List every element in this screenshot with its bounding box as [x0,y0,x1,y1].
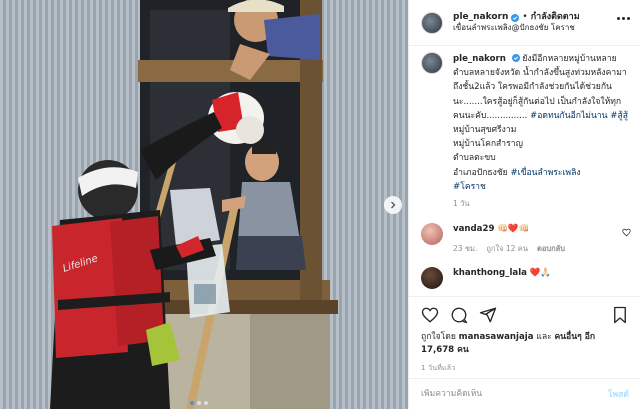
caption-avatar[interactable] [421,52,443,74]
add-comment-bar: โพสต์ [409,378,640,409]
following-button[interactable]: กำลังติดตาม [531,12,580,23]
comment-time: 23 ชม. [453,244,478,254]
post-location[interactable]: เขื่อนลำพระเพลิง@ปักธงชัย โคราช [453,23,580,33]
carousel-dots [190,401,208,405]
comment-heart-icon[interactable] [622,228,631,237]
post-date: 1 วันที่แล้ว [421,364,456,372]
follow-separator: • [522,11,528,22]
comment-text: ❤️🙏🏻 [529,268,552,279]
post-header: ple_nakorn • กำลังติดตาม เขื่อนลำพระเพลิ… [409,0,640,46]
comment-item: khanthong_lala ❤️🙏🏻 [421,267,631,290]
carousel-dot-active [190,401,194,405]
post-comment-button[interactable]: โพสต์ [608,387,629,401]
comment-item: vanda29 👊🏻❤️👊🏻 23 ชม. ถูกใจ 12 คน ตอบกลั… [421,223,631,255]
caption-time: 1 วัน [453,199,470,209]
rescue-photo-illustration: Lifeline [0,0,408,409]
carousel-dot [204,401,208,405]
author-avatar[interactable] [421,11,443,34]
comment-reply-button[interactable]: ตอบกลับ [537,242,565,255]
liked-by-and: และ [536,332,552,342]
commenter-avatar[interactable] [421,223,443,246]
post-photo: Lifeline [0,0,408,409]
carousel-dot [197,401,201,405]
more-options-icon[interactable] [617,17,630,20]
caption-username[interactable]: ple_nakorn [453,54,506,64]
liked-by-user[interactable]: manasawanjaja [459,332,534,342]
save-icon[interactable] [611,306,629,324]
commenter-username[interactable]: vanda29 [453,224,494,234]
share-icon[interactable] [479,306,497,324]
comment-text: 👊🏻❤️👊🏻 [497,224,530,235]
carousel-next-button[interactable] [384,196,402,214]
author-username[interactable]: ple_nakorn [453,12,508,23]
post-actions: ถูกใจโดย manasawanjaja และ คนอื่นๆ อีก 1… [409,296,640,378]
commenter-username[interactable]: khanthong_lala [453,268,527,278]
comment-likes[interactable]: ถูกใจ 12 คน [486,242,528,255]
caption-hashtags-1[interactable]: #อดทนกันอีกไม่นาน #สู้สู้ [530,111,628,121]
verified-icon [511,13,520,22]
comments-list[interactable]: ple_nakorn ยังมีอีกหลายหมู่บ้านหลายตำบลห… [409,52,640,296]
heart-icon[interactable] [421,306,439,324]
chevron-right-icon [391,201,396,209]
liked-by-prefix: ถูกใจโดย [421,332,456,342]
verified-icon [511,54,520,62]
post-sidebar: ple_nakorn • กำลังติดตาม เขื่อนลำพระเพลิ… [408,0,640,409]
commenter-avatar[interactable] [421,267,443,290]
likes-summary[interactable]: ถูกใจโดย manasawanjaja และ คนอื่นๆ อีก 1… [421,331,629,357]
caption-hashtag-3[interactable]: #โคราช [453,182,486,192]
comment-icon[interactable] [450,306,468,324]
caption-hashtag-2[interactable]: #เขื่อนลำพระเพลิง [510,168,580,178]
comment-input[interactable] [421,389,608,399]
caption: ple_nakorn ยังมีอีกหลายหมู่บ้านหลายตำบลห… [421,52,631,211]
